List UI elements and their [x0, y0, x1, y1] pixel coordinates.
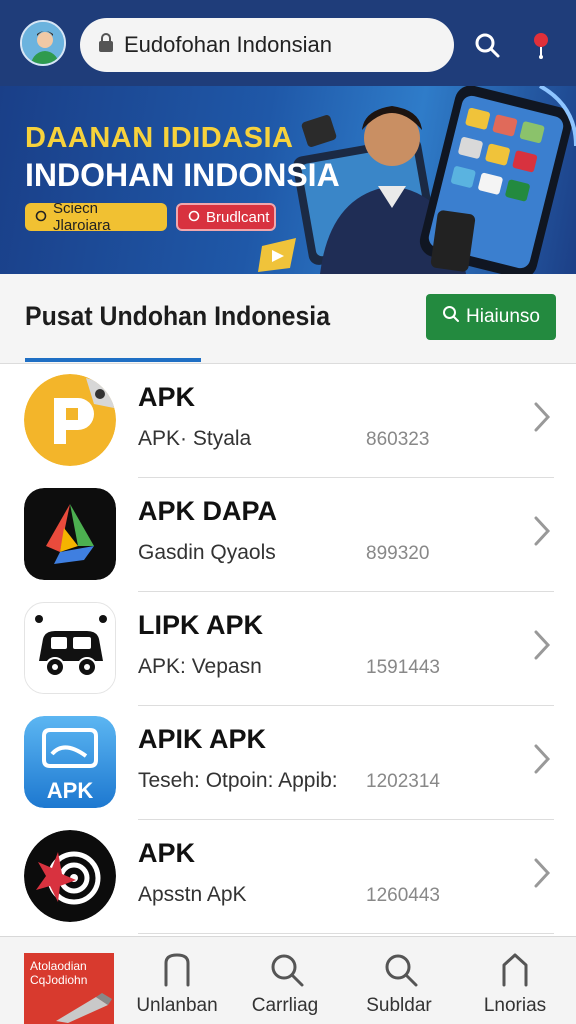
nav-promo-text: Atolaodian CqJodiohn — [30, 959, 88, 987]
list-item[interactable]: APK APIK APK Teseh: Otpoin: Appib: 12023… — [0, 706, 576, 820]
tab-indicator — [25, 358, 201, 362]
list-item[interactable]: APK Apsstn ApK 1260443 — [0, 820, 576, 934]
chevron-right-icon — [528, 742, 556, 776]
search-icon[interactable] — [470, 28, 504, 62]
banner-chip-right[interactable]: Brudlcant — [176, 203, 276, 231]
app-title: APK — [138, 838, 196, 868]
list-item[interactable]: APK DAPA Gasdin Qyaols 899320 — [0, 478, 576, 592]
nav-label: Unlanban — [136, 995, 218, 1016]
pencil-icon — [56, 993, 112, 1023]
app-count: 860323 — [366, 429, 430, 450]
app-subtitle: APK: Vepasn — [138, 655, 262, 678]
promo-banner[interactable]: DAANAN IDIDASIA INDOHAN INDONSIA Sciecn … — [0, 86, 576, 274]
app-title: APIK APK — [138, 724, 267, 754]
nav-label: Lnorias — [483, 995, 547, 1016]
nav-label: Carrliag — [251, 995, 319, 1016]
banner-chip-right-label: Brudlcant — [206, 208, 270, 226]
chevron-right-icon — [528, 856, 556, 890]
app-icon — [24, 602, 116, 694]
app-icon-label: APK — [47, 778, 94, 803]
search-icon — [385, 954, 418, 987]
avatar[interactable] — [20, 20, 66, 66]
banner-chip-left[interactable]: Sciecn Jlaroiara — [25, 200, 167, 234]
nav-item-lnorias[interactable]: Lnorias — [460, 949, 570, 1021]
search-icon — [442, 305, 460, 329]
app-icon — [24, 830, 116, 922]
app-subtitle: APK· Styala — [138, 427, 252, 450]
app-subtitle: Gasdin Qyaols — [138, 541, 276, 564]
section-action-label: Hiaiunso — [466, 306, 540, 327]
section-header: Pusat Undohan Indonesia Hiaiunso — [0, 274, 576, 364]
nav-item-carrliag[interactable]: Carrliag — [230, 949, 340, 1021]
app-title: APK — [138, 382, 196, 412]
banner-chip-left-label: Sciecn Jlaroiara — [53, 200, 111, 234]
list-item[interactable]: LIPK APK APK: Vepasn 1591443 — [0, 592, 576, 706]
section-title: Pusat Undohan Indonesia — [25, 301, 331, 331]
app-icon — [24, 374, 116, 466]
app-count: 899320 — [366, 543, 430, 564]
banner-title-line2: INDOHAN INDONSIA — [25, 157, 340, 193]
nav-item-subldar[interactable]: Subldar — [344, 949, 454, 1021]
app-title: LIPK APK — [138, 610, 264, 640]
lock-icon — [98, 32, 114, 58]
nav-promo-tile[interactable]: Atolaodian CqJodiohn — [24, 953, 114, 1024]
app-subtitle: Apsstn ApK — [138, 883, 247, 906]
search-bar[interactable] — [80, 18, 454, 72]
app-icon: APK — [24, 716, 116, 808]
app-count: 1260443 — [366, 885, 440, 906]
search-icon — [271, 954, 304, 987]
refresh-icon — [35, 209, 47, 226]
app-header — [0, 0, 576, 86]
app-count: 1202314 — [366, 771, 440, 792]
chevron-right-icon — [528, 628, 556, 662]
app-title: APK DAPA — [138, 496, 278, 526]
chevron-right-icon — [528, 514, 556, 548]
banner-title-line1: DAANAN IDIDASIA — [25, 122, 294, 154]
notification-icon[interactable] — [524, 28, 558, 62]
bookmark-icon — [164, 953, 190, 987]
list-item[interactable]: APK APK· Styala 860323 — [0, 364, 576, 478]
section-action-button[interactable]: Hiaiunso — [426, 294, 556, 340]
chevron-right-icon — [528, 400, 556, 434]
bottom-nav: Atolaodian CqJodiohn Unlanban Carrliag S… — [0, 936, 576, 1024]
app-subtitle: Teseh: Otpoin: Appib: — [138, 769, 338, 792]
bookmark-icon — [502, 953, 528, 987]
search-input[interactable] — [124, 32, 444, 58]
app-icon — [24, 488, 116, 580]
nav-item-unlanban[interactable]: Unlanban — [122, 949, 232, 1021]
clock-icon — [188, 209, 200, 226]
nav-label: Subldar — [366, 995, 432, 1016]
app-count: 1591443 — [366, 657, 440, 678]
row-divider — [138, 933, 554, 934]
